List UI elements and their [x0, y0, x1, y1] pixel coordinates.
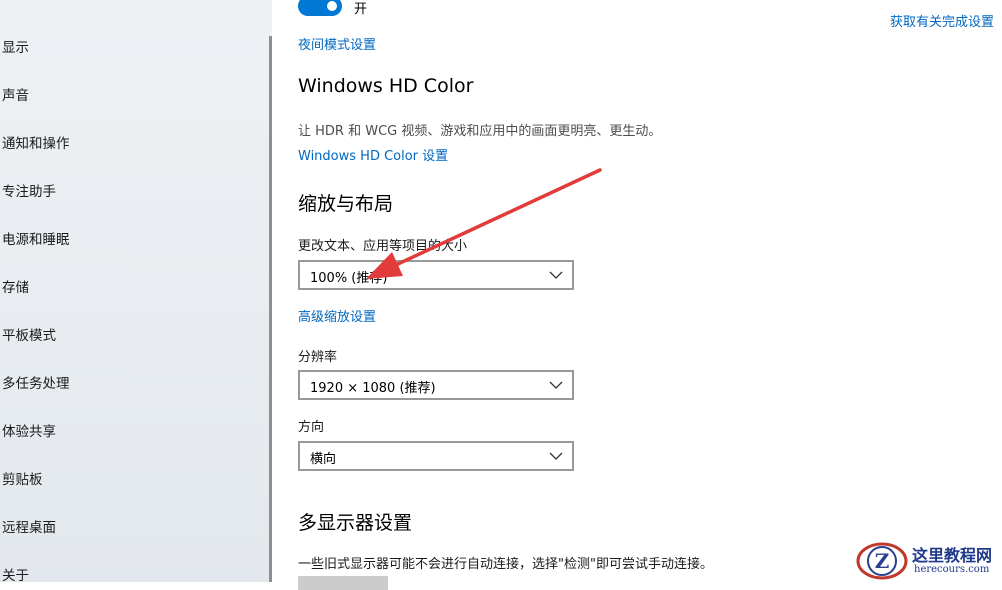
orientation-label: 方向 [298, 420, 325, 435]
orientation-dropdown[interactable]: 横向 [298, 441, 574, 471]
scale-label: 更改文本、应用等项目的大小 [298, 239, 468, 254]
night-light-settings-link[interactable]: 夜间模式设置 [298, 34, 376, 53]
sidebar-item-sound[interactable]: 声音 [2, 84, 29, 104]
resolution-dropdown-value: 1920 × 1080 (推荐) [310, 381, 436, 396]
hdr-heading: Windows HD Color [298, 75, 474, 97]
sidebar-item-tablet-mode[interactable]: 平板模式 [2, 324, 56, 344]
sidebar-item-clipboard[interactable]: 剪贴板 [2, 468, 43, 488]
advanced-scaling-link[interactable]: 高级缩放设置 [298, 306, 376, 325]
sidebar-item-storage[interactable]: 存储 [2, 276, 29, 296]
svg-text:Z: Z [875, 549, 890, 573]
sidebar-item-focus-assist[interactable]: 专注助手 [2, 180, 56, 200]
night-light-toggle[interactable] [298, 0, 342, 16]
chevron-down-icon [549, 452, 563, 460]
sidebar-item-remote-desktop[interactable]: 远程桌面 [2, 516, 56, 536]
resolution-dropdown[interactable]: 1920 × 1080 (推荐) [298, 370, 574, 400]
sidebar-item-display[interactable]: 显示 [2, 36, 29, 56]
site-watermark: Z 这里教程网 herecours.com [854, 540, 1002, 582]
sidebar-item-power-sleep[interactable]: 电源和睡眠 [2, 228, 70, 248]
scale-dropdown[interactable]: 100% (推荐) [298, 260, 574, 290]
night-light-toggle-label: 开 [354, 2, 368, 17]
sidebar-item-notifications[interactable]: 通知和操作 [2, 132, 70, 152]
watermark-url: herecours.com [914, 564, 990, 575]
resolution-label: 分辨率 [298, 350, 338, 365]
settings-sidebar: 显示 声音 通知和操作 专注助手 电源和睡眠 存储 平板模式 多任务处理 体验共… [0, 0, 272, 584]
watermark-title: 这里教程网 [912, 546, 993, 565]
sidebar-item-multitasking[interactable]: 多任务处理 [2, 372, 70, 392]
chevron-down-icon [549, 381, 563, 389]
sidebar-item-shared-experiences[interactable]: 体验共享 [2, 420, 56, 440]
display-settings-panel: 开 夜间模式设置 获取有关完成设置 Windows HD Color 让 HDR… [272, 0, 1002, 590]
detect-button[interactable] [298, 576, 388, 590]
hdr-settings-link[interactable]: Windows HD Color 设置 [298, 145, 448, 164]
scale-layout-heading: 缩放与布局 [298, 193, 394, 215]
get-help-link[interactable]: 获取有关完成设置 [890, 11, 994, 30]
hdr-description: 让 HDR 和 WCG 视频、游戏和应用中的画面更明亮、更生动。 [298, 124, 662, 139]
watermark-logo-icon: Z [856, 542, 908, 580]
toggle-knob [327, 1, 337, 11]
sidebar-item-about[interactable]: 关于 [2, 564, 29, 584]
orientation-dropdown-value: 横向 [310, 452, 337, 467]
chevron-down-icon [549, 271, 563, 279]
scale-dropdown-value: 100% (推荐) [310, 271, 388, 286]
multi-display-heading: 多显示器设置 [298, 512, 413, 534]
multi-display-description: 一些旧式显示器可能不会进行自动连接，选择"检测"即可尝试手动连接。 [298, 557, 713, 572]
